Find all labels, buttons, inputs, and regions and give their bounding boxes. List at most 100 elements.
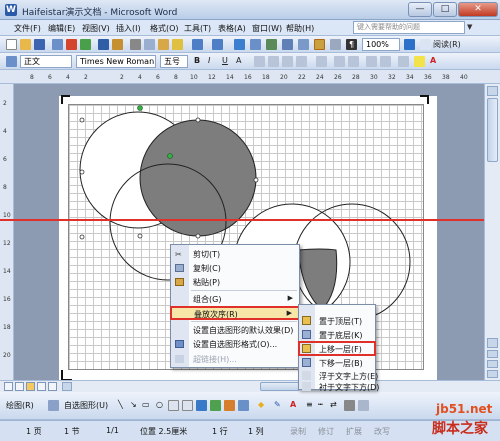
menu-separator [191, 321, 297, 322]
behind-text-icon [302, 382, 311, 391]
status-page: 1 页 [26, 427, 42, 436]
vertical-textbox-icon[interactable] [182, 400, 193, 411]
textbox-icon[interactable] [168, 400, 179, 411]
order-submenu: 置于顶层(T) 置于底层(K) 上移一层(F) 下移一层(B) 浮于文字上方(E… [298, 304, 379, 393]
selection-handle[interactable] [79, 117, 85, 123]
status-bar: 1 页 1 节 1/1 位置 2.5厘米 1 行 1 列 录制 修订 扩展 改写 [0, 420, 500, 441]
arrow-style-icon[interactable]: ⇄ [330, 400, 337, 409]
diagram-icon[interactable] [210, 400, 221, 411]
select-browse-icon[interactable] [487, 360, 498, 368]
menu-item-order[interactable]: 叠放次序(R) ▶ [170, 306, 300, 320]
shadow-style-icon[interactable] [344, 400, 355, 411]
menu-item-label: 复制(C) [193, 264, 221, 273]
menu-item-group[interactable]: 组合(G) ▶ [171, 293, 299, 305]
selection-handle[interactable] [195, 233, 201, 239]
drawing-toolbar: 绘图(R) 自选图形(U) ╲ ↘ ▭ ○ ◆ ✎ A ≡ ┅ ⇄ [0, 392, 500, 420]
scroll-thumb[interactable] [487, 98, 498, 162]
normal-view-icon[interactable] [4, 382, 13, 391]
status-column: 1 列 [248, 427, 264, 436]
select-objects-icon[interactable] [48, 400, 59, 411]
status-page-of: 1/1 [106, 426, 119, 435]
submenu-arrow-icon: ▶ [287, 294, 293, 302]
fill-color-icon[interactable]: ◆ [258, 400, 264, 409]
menu-item-hyperlink: 超链接(H)... [171, 353, 299, 365]
submenu-send-to-back[interactable]: 置于底层(K) [299, 328, 375, 341]
scroll-left-icon[interactable] [62, 382, 72, 391]
scissors-icon: ✂ [175, 250, 182, 259]
reading-view-icon[interactable] [48, 382, 57, 391]
h-scroll-thumb[interactable] [260, 382, 300, 391]
in-front-of-text-icon [302, 371, 311, 380]
adjust-handle[interactable] [167, 153, 173, 159]
rotate-handle[interactable] [137, 105, 143, 111]
menu-item-cut[interactable]: ✂ 剪切(T) [171, 248, 299, 260]
next-page-icon[interactable] [487, 370, 498, 378]
menu-item-default-effect[interactable]: 设置自选图形的默认效果(D) [171, 324, 299, 336]
line-color-icon[interactable]: ✎ [274, 400, 281, 409]
menu-item-format-shape[interactable]: 设置自选图形格式(O)... [171, 338, 299, 350]
status-ext[interactable]: 扩展 [346, 426, 362, 437]
selection-handle[interactable] [79, 169, 85, 175]
status-section: 1 节 [64, 427, 80, 436]
drawbar-font-color-icon[interactable]: A [290, 400, 296, 409]
line-tool-icon[interactable]: ╲ [118, 400, 123, 409]
red-guide-line [0, 219, 500, 221]
watermark-site: jb51.net [436, 402, 493, 416]
send-backward-icon [302, 358, 311, 367]
menu-separator [191, 290, 297, 291]
oval-tool-icon[interactable]: ○ [156, 400, 163, 409]
clipart-icon[interactable] [224, 400, 235, 411]
menu-item-paste[interactable]: 粘贴(P) [171, 276, 299, 288]
submenu-item-label: 置于顶层(T) [319, 317, 363, 326]
submenu-send-backward[interactable]: 下移一层(B) [299, 356, 375, 369]
menu-item-label: 超链接(H)... [193, 355, 237, 364]
submenu-item-label: 下移一层(B) [319, 359, 363, 368]
format-shape-icon [175, 340, 184, 348]
status-trk[interactable]: 修订 [318, 426, 334, 437]
line-style-icon[interactable]: ≡ [306, 400, 313, 409]
scroll-down-icon[interactable] [487, 338, 498, 348]
menu-item-label: 组合(G) [193, 295, 222, 304]
web-view-icon[interactable] [15, 382, 24, 391]
dash-style-icon[interactable]: ┅ [318, 400, 323, 409]
menu-item-label: 叠放次序(R) [194, 310, 238, 319]
menu-item-label: 设置自选图形格式(O)... [193, 340, 278, 349]
wordart-icon[interactable] [196, 400, 207, 411]
menu-item-label: 剪切(T) [193, 250, 221, 259]
selection-handle[interactable] [79, 234, 85, 240]
submenu-item-label: 置于底层(K) [319, 331, 363, 340]
horizontal-scrollbar[interactable] [0, 380, 500, 392]
submenu-arrow-icon: ▶ [286, 309, 292, 317]
bring-forward-icon [302, 344, 311, 353]
bring-to-front-icon [302, 316, 311, 325]
print-view-icon[interactable] [26, 382, 35, 391]
submenu-bring-to-front[interactable]: 置于顶层(T) [299, 314, 375, 327]
vertical-scrollbar[interactable] [484, 84, 500, 380]
copy-icon [175, 264, 184, 272]
selection-handle[interactable] [137, 233, 143, 239]
status-line: 1 行 [212, 427, 228, 436]
status-ovr[interactable]: 改写 [374, 426, 390, 437]
paste-icon [175, 278, 184, 286]
submenu-bring-forward[interactable]: 上移一层(F) [298, 341, 376, 356]
draw-menu-button[interactable]: 绘图(R) [6, 400, 34, 411]
rectangle-tool-icon[interactable]: ▭ [142, 400, 150, 409]
arrow-tool-icon[interactable]: ↘ [130, 400, 137, 409]
prev-page-icon[interactable] [487, 350, 498, 358]
selection-handle[interactable] [253, 177, 259, 183]
outline-view-icon[interactable] [37, 382, 46, 391]
context-menu: ✂ 剪切(T) 复制(C) 粘贴(P) 组合(G) ▶ 叠放次序(R) ▶ 设置… [170, 244, 300, 368]
selection-handle[interactable] [195, 117, 201, 123]
submenu-item-label: 衬于文字下方(D) [319, 383, 380, 392]
autoshapes-button[interactable]: 自选图形(U) [64, 400, 108, 411]
3d-style-icon[interactable] [358, 400, 369, 411]
menu-item-copy[interactable]: 复制(C) [171, 262, 299, 274]
status-position: 位置 2.5厘米 [140, 427, 188, 436]
scroll-up-icon[interactable] [487, 86, 498, 96]
status-rec[interactable]: 录制 [290, 426, 306, 437]
submenu-behind-text: 衬于文字下方(D) [299, 380, 379, 393]
picture-icon[interactable] [238, 400, 249, 411]
menu-item-label: 粘贴(P) [193, 278, 221, 287]
submenu-item-label: 上移一层(F) [319, 345, 362, 354]
watermark-name: 脚本之家 [432, 421, 488, 437]
